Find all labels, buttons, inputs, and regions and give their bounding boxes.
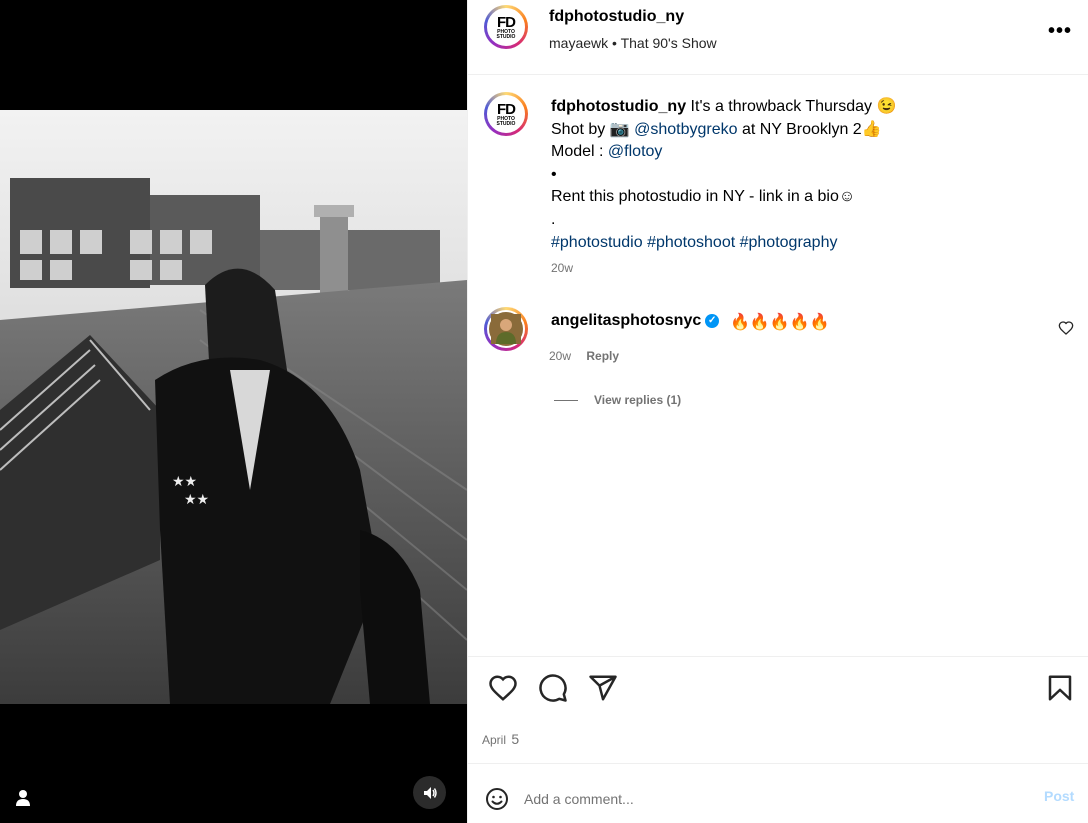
caption-line-2-suffix: at NY Brooklyn 2👍 bbox=[741, 120, 882, 138]
commenter-username[interactable]: angelitasphotosnyc bbox=[551, 312, 701, 329]
post-date[interactable]: April 5 bbox=[482, 731, 519, 747]
verified-badge-icon: ✓ bbox=[705, 313, 720, 328]
caption-author-avatar[interactable]: FD PHOTO STUDIO bbox=[484, 92, 528, 136]
post-header: FD PHOTO STUDIO fdphotostudio_ny mayaewk… bbox=[468, 0, 1088, 75]
heart-icon bbox=[1058, 321, 1074, 335]
caption-line-1: It's a throwback Thursday 😉 bbox=[690, 98, 897, 115]
caption-line-5: Rent this photostudio in NY - link in a … bbox=[551, 188, 856, 206]
more-options-button[interactable]: ••• bbox=[1048, 20, 1072, 43]
commenter-avatar[interactable] bbox=[484, 307, 528, 351]
caption-username[interactable]: fdphotostudio_ny bbox=[551, 98, 686, 115]
view-replies-label: View replies (1) bbox=[594, 393, 682, 407]
caption-line-6: . bbox=[551, 210, 556, 228]
post-comment-button[interactable]: Post bbox=[1044, 788, 1074, 804]
post-details-panel: FD PHOTO STUDIO fdphotostudio_ny mayaewk… bbox=[467, 0, 1088, 823]
actions-divider bbox=[468, 656, 1088, 657]
post-caption: fdphotostudio_ny It's a throwback Thursd… bbox=[551, 96, 951, 276]
post-subtitle: mayaewk • That 90's Show bbox=[549, 35, 717, 51]
comment-username-row: angelitasphotosnyc ✓ bbox=[551, 312, 720, 330]
comment-timestamp[interactable]: 20w bbox=[549, 349, 571, 363]
composer-divider bbox=[468, 763, 1088, 764]
smiley-icon bbox=[486, 788, 508, 810]
emoji-picker-button[interactable] bbox=[485, 787, 509, 811]
avatar-logo-text: FD bbox=[497, 13, 516, 31]
caption-line-4: • bbox=[551, 165, 557, 183]
model-mention-link[interactable]: @flotoy bbox=[608, 143, 662, 160]
subtitle-separator: • bbox=[612, 35, 617, 51]
comment-text: 🔥🔥🔥🔥🔥 bbox=[730, 314, 830, 331]
like-button[interactable] bbox=[488, 673, 518, 703]
svg-text:★★: ★★ bbox=[184, 492, 209, 508]
avatar-logo-text: FD bbox=[497, 100, 516, 118]
commenter-photo bbox=[491, 314, 521, 344]
speaker-icon bbox=[423, 786, 437, 799]
audio-toggle-button[interactable] bbox=[413, 776, 446, 809]
replies-divider bbox=[554, 399, 578, 401]
audio-title-link[interactable]: That 90's Show bbox=[621, 35, 717, 51]
post-media[interactable]: ★★ ★★ bbox=[0, 0, 467, 823]
post-date-month: April bbox=[482, 733, 507, 747]
send-icon bbox=[589, 675, 617, 701]
bookmark-icon bbox=[1048, 675, 1072, 701]
avatar-logo-subtext: PHOTO STUDIO bbox=[496, 28, 516, 40]
comment-button[interactable] bbox=[538, 673, 568, 703]
caption-line-3-prefix: Model : bbox=[551, 143, 604, 161]
add-comment-input[interactable] bbox=[524, 787, 984, 811]
heart-icon bbox=[489, 675, 517, 701]
reply-button[interactable]: Reply bbox=[586, 349, 619, 363]
hashtags[interactable]: #photostudio #photoshoot #photography bbox=[551, 232, 951, 255]
post-date-day: 5 bbox=[511, 731, 520, 747]
comment-like-button[interactable] bbox=[1058, 320, 1074, 336]
caption-timestamp[interactable]: 20w bbox=[551, 260, 951, 276]
caption-line-2-prefix: Shot by 📷 bbox=[551, 120, 630, 138]
mention-link[interactable]: @shotbygreko bbox=[634, 121, 737, 138]
avatar-logo-subtext: PHOTO STUDIO bbox=[496, 115, 516, 127]
view-replies-button[interactable]: View replies (1) bbox=[554, 393, 681, 407]
svg-text:★★: ★★ bbox=[172, 474, 197, 490]
save-button[interactable] bbox=[1045, 673, 1075, 703]
comment-icon bbox=[539, 674, 567, 702]
person-tag-icon[interactable] bbox=[12, 787, 34, 809]
post-photo[interactable]: ★★ ★★ bbox=[0, 110, 467, 704]
share-button[interactable] bbox=[588, 673, 618, 703]
photo-illustration: ★★ ★★ bbox=[0, 110, 467, 704]
comment-meta: 20w Reply bbox=[549, 349, 631, 363]
author-avatar[interactable]: FD PHOTO STUDIO bbox=[484, 5, 528, 49]
collab-username[interactable]: mayaewk bbox=[549, 35, 608, 51]
author-username[interactable]: fdphotostudio_ny bbox=[549, 8, 684, 26]
